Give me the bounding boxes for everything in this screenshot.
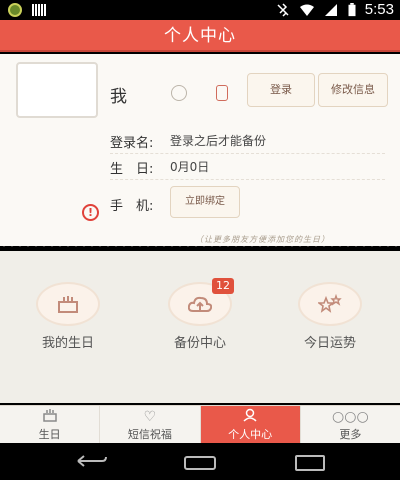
recent-apps-icon[interactable] — [295, 455, 325, 471]
feature-my-birthday[interactable]: 我的生日 — [33, 282, 103, 351]
tab-label: 更多 — [339, 428, 362, 441]
birthday-label: 生 日: — [110, 162, 154, 177]
nickname: 我 — [110, 87, 127, 107]
status-bar: 5:53 — [0, 0, 400, 20]
cake-icon — [0, 408, 99, 426]
phone-label: 手 机: — [110, 199, 154, 214]
phone-icon — [216, 85, 228, 101]
feature-label: 我的生日 — [41, 336, 94, 351]
login-button[interactable]: 登录 — [247, 73, 315, 107]
tab-sms-greetings[interactable]: ♡ 短信祝福 — [99, 406, 199, 443]
status-time: 5:53 — [364, 1, 394, 18]
feature-daily-fortune[interactable]: 今日运势 — [295, 282, 365, 351]
more-icon: ○○○ — [332, 409, 369, 425]
bottom-tab-bar: 生日 ♡ 短信祝福 个人中心 ○○○ 更多 — [0, 405, 400, 443]
hint-text: （让更多朋友方便添加您的生日） — [195, 235, 330, 244]
username-value: 登录之后才能备份 — [170, 134, 267, 148]
app-screen: 5:53 个人中心 我 登录 修改信息 登录名: 登录之后才能备份 生 日: 0… — [0, 0, 400, 480]
barcode-notification-icon — [32, 4, 46, 16]
wifi-icon — [299, 4, 314, 16]
birthday-value: 0月0日 — [170, 160, 210, 174]
tab-personal-center[interactable]: 个人中心 — [199, 406, 300, 443]
page-title: 个人中心 — [164, 26, 236, 46]
heart-icon: ♡ — [143, 409, 157, 425]
app-notification-icon — [8, 3, 22, 17]
tab-label: 短信祝福 — [127, 428, 172, 441]
username-row: 登录名: 登录之后才能备份 — [110, 132, 385, 154]
birthday-row: 生 日: 0月0日 — [110, 158, 385, 180]
signal-icon — [324, 3, 337, 16]
person-icon — [201, 408, 300, 426]
warning-icon: ! — [82, 204, 99, 221]
app-header: 个人中心 — [0, 20, 400, 52]
qq-icon — [171, 85, 187, 101]
feature-label: 备份中心 — [173, 336, 226, 351]
username-label: 登录名: — [110, 136, 154, 151]
edit-info-button[interactable]: 修改信息 — [318, 73, 388, 107]
system-nav-bar — [0, 443, 400, 480]
battery-icon — [348, 2, 356, 16]
bind-phone-button[interactable]: 立即绑定 — [170, 186, 240, 218]
bluetooth-muted-icon — [277, 2, 289, 17]
avatar[interactable] — [16, 62, 98, 118]
tab-label: 个人中心 — [228, 428, 273, 441]
phone-row: 手 机: — [110, 190, 385, 224]
tab-birthday[interactable]: 生日 — [0, 406, 99, 443]
home-icon[interactable] — [184, 456, 216, 470]
back-icon[interactable] — [72, 453, 108, 474]
backup-count-badge: 12 — [212, 278, 234, 294]
feature-label: 今日运势 — [303, 336, 356, 351]
tab-more[interactable]: ○○○ 更多 — [299, 406, 400, 443]
tab-label: 生日 — [38, 428, 61, 441]
stars-icon — [298, 282, 362, 326]
cake-icon — [36, 282, 100, 326]
